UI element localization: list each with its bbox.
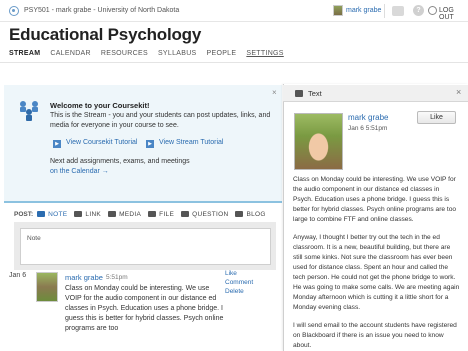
help-icon[interactable]: ?	[413, 5, 424, 16]
panel-author-link[interactable]: mark grabe	[348, 113, 388, 122]
post-blog-tab[interactable]: BLOG	[235, 211, 265, 218]
stream-tutorial-link[interactable]: View Stream Tutorial	[159, 139, 223, 146]
feed-author-link[interactable]: mark grabe	[65, 273, 103, 282]
nav-syllabus[interactable]: SYLLABUS	[158, 50, 197, 57]
file-icon	[148, 211, 157, 217]
post-link-tab[interactable]: LINK	[74, 211, 101, 218]
page-title: Educational Psychology	[9, 25, 202, 44]
panel-title: Text	[308, 89, 322, 98]
welcome-heading: Welcome to your Coursekit!	[50, 101, 150, 110]
welcome-text: This is the Stream - you and your studen…	[50, 112, 271, 129]
panel-time: Jan 6 5:51pm	[348, 125, 388, 132]
course-breadcrumb[interactable]: PSY501 - mark grabe - University of Nort…	[24, 7, 179, 14]
nav-settings[interactable]: SETTINGS	[246, 50, 283, 57]
like-link[interactable]: Like	[225, 269, 253, 278]
nav-stream[interactable]: STREAM	[9, 50, 40, 57]
question-icon	[181, 211, 190, 217]
post-question-tab[interactable]: QUESTION	[181, 211, 228, 218]
panel-close-icon[interactable]: ×	[456, 87, 461, 97]
power-icon[interactable]	[428, 6, 437, 15]
panel-paragraph: I will send email to the account student…	[293, 322, 457, 349]
text-icon	[295, 90, 303, 97]
post-file-tab[interactable]: FILE	[148, 211, 174, 218]
note-input[interactable]: Note	[20, 228, 271, 265]
feed-actions: Like Comment Delete	[225, 269, 253, 296]
nav-people[interactable]: PEOPLE	[207, 50, 237, 57]
like-button[interactable]: Like	[417, 111, 456, 124]
calendar-link[interactable]: on the Calendar →	[50, 168, 109, 175]
author-avatar[interactable]	[36, 272, 58, 302]
post-question-label: QUESTION	[192, 210, 229, 218]
panel-paragraph: Anyway, I thought I better try out the t…	[293, 234, 460, 311]
user-avatar[interactable]	[333, 5, 343, 16]
logout-link[interactable]: LOG OUT	[439, 7, 468, 21]
feed-time: 5:51pm	[106, 274, 128, 281]
nav-calendar[interactable]: CALENDAR	[50, 50, 91, 57]
user-name-link[interactable]: mark grabe	[346, 7, 381, 14]
nav-divider	[0, 62, 468, 63]
feed-date: Jan 6	[9, 272, 27, 279]
post-media-label: MEDIA	[119, 210, 142, 218]
note-icon	[37, 211, 46, 217]
post-file-label: FILE	[159, 210, 175, 218]
course-nav: STREAM CALENDAR RESOURCES SYLLABUS PEOPL…	[9, 50, 294, 57]
coursekit-logo-icon[interactable]	[9, 6, 19, 16]
topbar-divider	[384, 4, 385, 18]
post-note-tab[interactable]: NOTE	[37, 211, 67, 218]
people-icon	[20, 101, 38, 121]
panel-author-avatar[interactable]	[294, 113, 343, 170]
post-blog-label: BLOG	[246, 210, 266, 218]
post-label: POST:	[14, 210, 34, 218]
link-icon	[74, 211, 83, 217]
post-type-bar: POST: NOTE LINK MEDIA FILE QUESTION BLOG	[14, 207, 282, 221]
panel-post-body: Class on Monday could be interesting. We…	[293, 175, 460, 351]
play-icon: ▶	[53, 140, 61, 148]
messages-icon[interactable]	[392, 6, 404, 16]
comment-link[interactable]: Comment	[225, 278, 253, 287]
next-steps-text: Next add assignments, exams, and meeting…	[50, 158, 190, 165]
post-media-tab[interactable]: MEDIA	[108, 211, 141, 218]
delete-link[interactable]: Delete	[225, 287, 253, 296]
blog-icon	[235, 211, 244, 217]
feed-post-text: Class on Monday could be interesting. We…	[65, 285, 224, 332]
play-icon: ▶	[146, 140, 154, 148]
panel-paragraph: Class on Monday could be interesting. We…	[293, 176, 457, 223]
post-note-label: NOTE	[48, 210, 68, 218]
post-link-label: LINK	[85, 210, 102, 218]
coursekit-tutorial-link[interactable]: View Coursekit Tutorial	[66, 139, 137, 146]
media-icon	[108, 211, 117, 217]
nav-resources[interactable]: RESOURCES	[101, 50, 148, 57]
welcome-close-icon[interactable]: ×	[272, 88, 277, 97]
